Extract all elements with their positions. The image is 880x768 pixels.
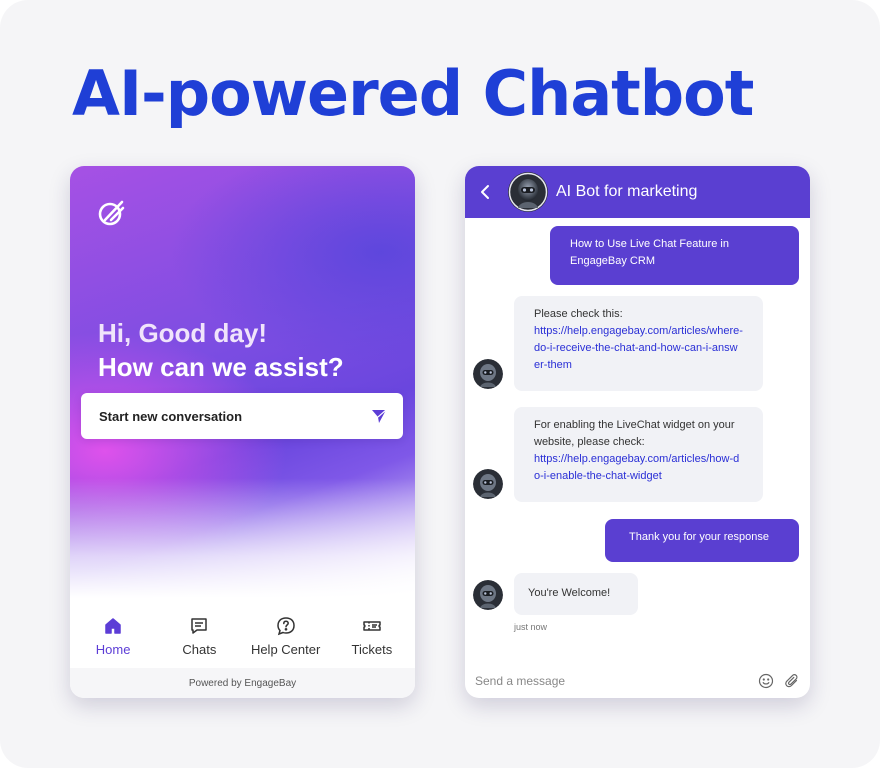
message-timestamp: just now	[514, 622, 548, 632]
greeting: Hi, Good day! How can we assist?	[98, 316, 344, 384]
attachment-icon[interactable]	[784, 673, 800, 689]
bot-avatar	[473, 469, 503, 499]
bot-name: AI Bot for marketing	[556, 183, 698, 200]
bot-avatar	[473, 580, 503, 610]
message-user: How to Use Live Chat Feature in EngageBa…	[550, 226, 799, 285]
message-bot: You're Welcome!	[514, 573, 638, 615]
nav-help-center[interactable]: Help Center	[243, 602, 329, 668]
emoji-icon[interactable]	[758, 673, 774, 689]
message-bot: Please check this: https://help.engageba…	[514, 296, 763, 391]
message-input[interactable]	[475, 674, 748, 688]
powered-by-footer: Powered by EngageBay	[70, 668, 415, 698]
help-article-link[interactable]: https://help.engagebay.com/articles/how-…	[534, 453, 739, 482]
start-conversation-label: Start new conversation	[99, 408, 243, 424]
message-composer	[465, 664, 810, 698]
nav-tickets[interactable]: Tickets	[329, 602, 415, 668]
greeting-line-2: How can we assist?	[98, 352, 344, 382]
chat-window: AI Bot for marketing How to Use Live Cha…	[465, 166, 810, 698]
help-article-link[interactable]: https://help.engagebay.com/articles/wher…	[534, 325, 743, 371]
message-text: How to Use Live Chat Feature in EngageBa…	[570, 238, 729, 267]
message-text: For enabling the LiveChat widget on your…	[534, 419, 735, 448]
message-text: Please check this:	[534, 308, 623, 320]
back-arrow-icon[interactable]	[477, 183, 495, 201]
greeting-line-1: Hi, Good day!	[98, 318, 267, 348]
nav-tickets-label: Tickets	[351, 642, 393, 657]
start-conversation-button[interactable]: Start new conversation	[81, 393, 403, 439]
nav-home-label: Home	[95, 642, 131, 657]
message-bot: For enabling the LiveChat widget on your…	[514, 407, 763, 502]
home-icon	[105, 618, 121, 634]
chat-widget-home: Hi, Good day! How can we assist? Start n…	[70, 166, 415, 698]
nav-chats-label: Chats	[182, 642, 217, 657]
help-icon	[276, 617, 295, 636]
ticket-icon	[363, 621, 381, 631]
widget-bottom-nav: Home Chats Help Center Tickets	[70, 602, 415, 668]
chat-header: AI Bot for marketing	[465, 166, 810, 218]
nav-help-center-label: Help Center	[250, 642, 321, 657]
message-text: You're Welcome!	[528, 587, 611, 599]
message-user: Thank you for your response	[605, 519, 799, 562]
send-icon	[372, 409, 387, 423]
bot-avatar	[473, 359, 503, 389]
brand-logo-icon	[98, 200, 125, 226]
bot-avatar	[508, 172, 548, 212]
chat-icon	[191, 618, 208, 634]
nav-chats[interactable]: Chats	[156, 602, 242, 668]
message-text: Thank you for your response	[629, 531, 770, 543]
page-title: AI-powered Chatbot	[72, 57, 754, 130]
nav-home[interactable]: Home	[70, 602, 156, 668]
